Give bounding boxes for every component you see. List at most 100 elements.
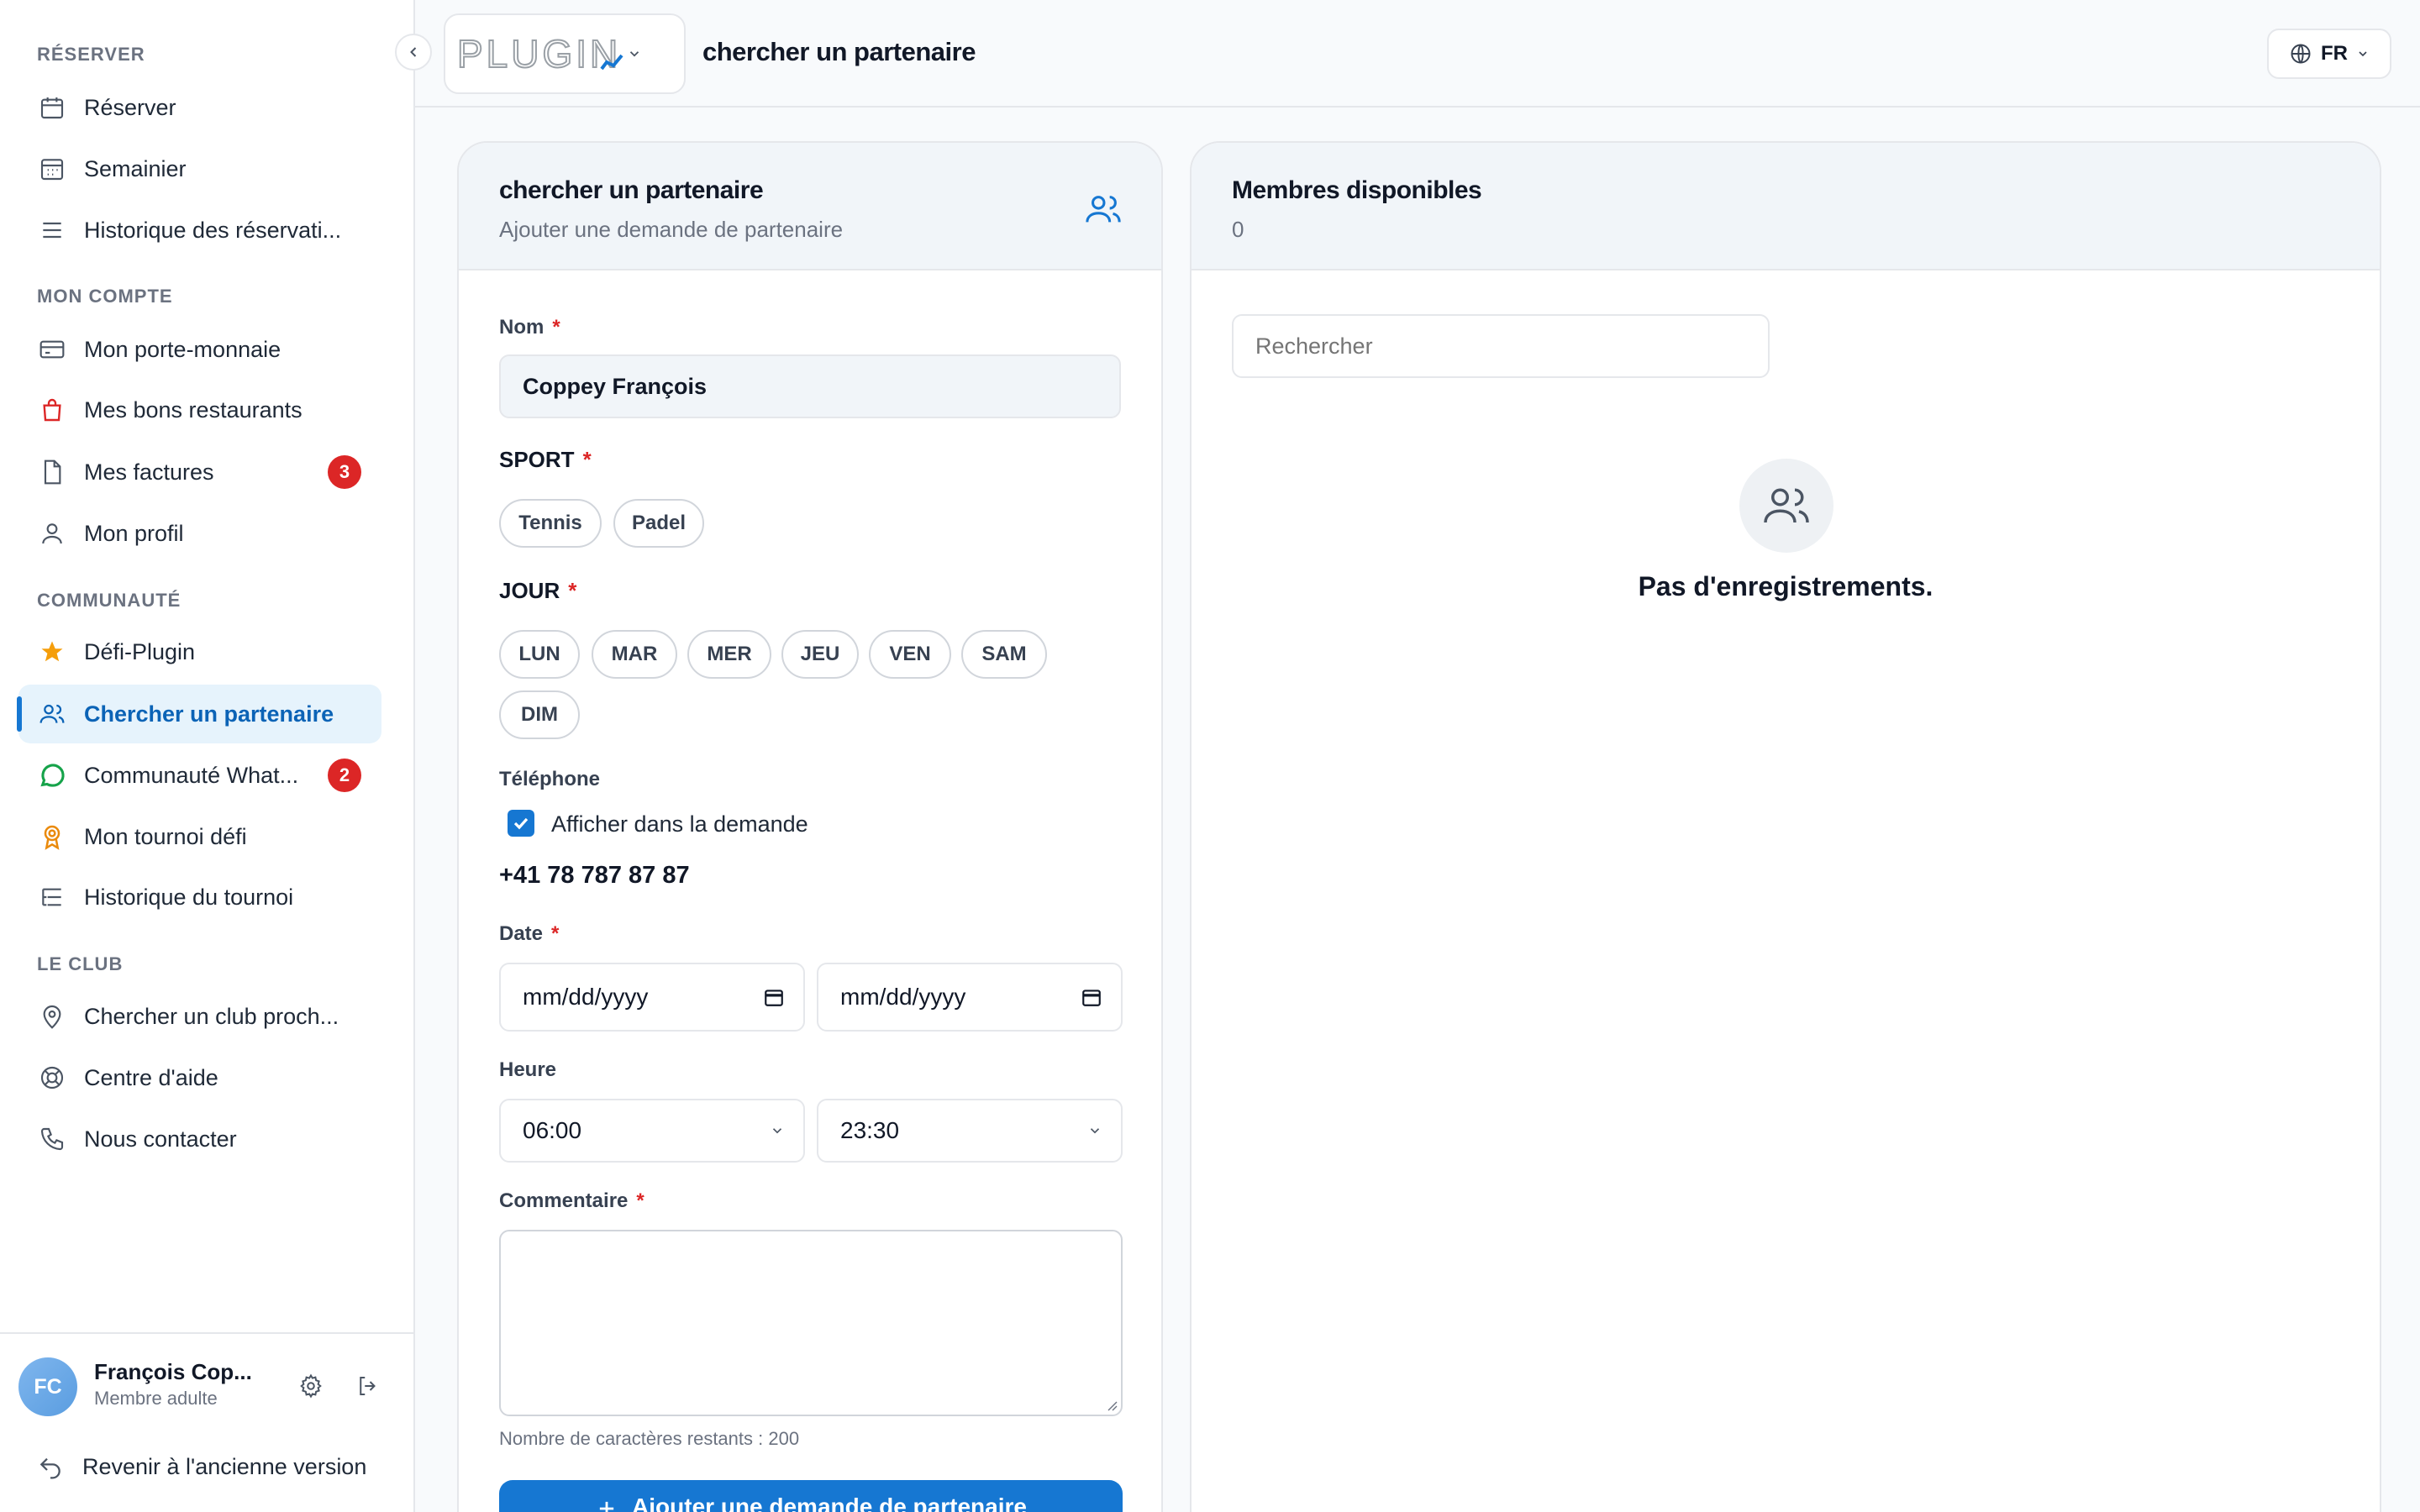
add-request-button[interactable]: Ajouter une demande de partenaire xyxy=(499,1480,1123,1512)
sidebar-item-chercher-partenaire[interactable]: Chercher un partenaire xyxy=(17,685,381,743)
date-from-input[interactable]: mm/dd/yyyy xyxy=(499,963,805,1032)
menu-lines-icon xyxy=(37,215,67,245)
name-field[interactable]: Coppey François xyxy=(499,354,1121,418)
day-chip-mer[interactable]: MER xyxy=(687,630,771,679)
phone-number: +41 78 787 87 87 xyxy=(499,862,690,889)
chevron-left-icon xyxy=(410,47,417,57)
avatar[interactable]: FC xyxy=(18,1357,77,1416)
sport-chip-padel[interactable]: Padel xyxy=(613,499,704,548)
whatsapp-icon xyxy=(37,760,67,790)
section-title-le-club: LE CLUB xyxy=(37,953,124,974)
sidebar-item-chercher-club[interactable]: Chercher un club proch... xyxy=(18,987,381,1046)
credit-card-icon xyxy=(37,334,67,365)
section-title-reserver: RÉSERVER xyxy=(37,44,145,65)
date-from-value: mm/dd/yyyy xyxy=(523,984,649,1010)
sidebar-item-label: Mes factures xyxy=(84,459,214,485)
sidebar-item-historique-tournoi[interactable]: Historique du tournoi xyxy=(18,868,381,927)
globe-icon xyxy=(2291,44,2311,64)
sidebar-footer: FC François Cop... Membre adulte Revenir… xyxy=(0,1332,413,1512)
day-chip-lun[interactable]: LUN xyxy=(499,630,580,679)
sidebar-item-label: Historique du tournoi xyxy=(84,884,294,910)
resize-handle-icon[interactable] xyxy=(1106,1399,1118,1411)
sidebar-item-label: Chercher un club proch... xyxy=(84,1003,339,1029)
card-title: chercher un partenaire xyxy=(499,176,764,204)
time-from-select[interactable]: 06:00 xyxy=(499,1099,805,1163)
phone-label: Téléphone xyxy=(499,768,601,790)
user-role: Membre adulte xyxy=(94,1388,218,1409)
members-count: 0 xyxy=(1232,217,1244,242)
collapse-sidebar-button[interactable] xyxy=(395,34,432,71)
chevron-down-icon xyxy=(772,1128,782,1134)
gear-icon[interactable] xyxy=(296,1371,326,1401)
users-icon xyxy=(1764,488,1809,523)
card-subtitle: Ajouter une demande de partenaire xyxy=(499,217,844,242)
sidebar-item-communaute-whatsapp[interactable]: Communauté What... 2 xyxy=(18,746,381,805)
sport-chip-tennis[interactable]: Tennis xyxy=(499,499,602,548)
sidebar-item-label: Mon profil xyxy=(84,520,184,546)
empty-state-text: Pas d'enregistrements. xyxy=(1638,571,1933,601)
sidebar-item-label: Chercher un partenaire xyxy=(84,701,334,727)
star-icon xyxy=(37,637,67,667)
partner-request-card: chercher un partenaire Ajouter une deman… xyxy=(457,141,1163,1512)
logout-icon[interactable] xyxy=(353,1371,383,1401)
day-chip-mar[interactable]: MAR xyxy=(592,630,677,679)
empty-state-icon-wrap xyxy=(1739,459,1833,553)
sidebar-item-factures[interactable]: Mes factures 3 xyxy=(18,443,381,501)
phone-icon xyxy=(37,1124,67,1154)
sidebar-item-label: Semainier xyxy=(84,155,187,181)
map-pin-icon xyxy=(37,1001,67,1032)
sidebar-item-label: Mes bons restaurants xyxy=(84,396,302,423)
calendar-icon xyxy=(1082,990,1101,1006)
sidebar-item-nous-contacter[interactable]: Nous contacter xyxy=(18,1110,381,1168)
date-to-input[interactable]: mm/dd/yyyy xyxy=(817,963,1123,1032)
sidebar: RÉSERVER Réserver Semainier Historique d… xyxy=(0,0,415,1512)
sidebar-item-centre-aide[interactable]: Centre d'aide xyxy=(18,1048,381,1107)
day-chip-jeu[interactable]: JEU xyxy=(781,630,859,679)
sidebar-item-label: Centre d'aide xyxy=(84,1064,218,1090)
sidebar-item-historique[interactable]: Historique des réservati... xyxy=(18,201,381,260)
sidebar-item-label: Réserver xyxy=(84,94,176,120)
sidebar-item-label: Mon porte-monnaie xyxy=(84,336,281,362)
chevron-down-icon xyxy=(2359,51,2367,57)
comment-textarea[interactable] xyxy=(499,1230,1123,1416)
sidebar-item-tournoi-defi[interactable]: Mon tournoi défi xyxy=(18,807,381,866)
sidebar-item-semainier[interactable]: Semainier xyxy=(18,139,381,198)
card-title: Membres disponibles xyxy=(1232,176,1482,204)
plus-icon xyxy=(599,1501,614,1512)
sidebar-item-reserver[interactable]: Réserver xyxy=(18,78,381,137)
user-name: François Cop... xyxy=(94,1359,252,1384)
card-header: Membres disponibles 0 xyxy=(1192,143,2380,270)
page-title: chercher un partenaire xyxy=(702,37,976,66)
search-input[interactable] xyxy=(1232,314,1770,378)
old-version-label: Revenir à l'ancienne version xyxy=(82,1453,367,1479)
day-chip-ven[interactable]: VEN xyxy=(869,630,951,679)
time-to-select[interactable]: 23:30 xyxy=(817,1099,1123,1163)
sidebar-item-label: Communauté What... xyxy=(84,762,299,788)
day-label: JOUR * xyxy=(499,578,577,603)
club-switcher[interactable]: PLUGIN xyxy=(444,13,686,94)
time-from-value: 06:00 xyxy=(523,1117,582,1143)
invoice-count-badge: 3 xyxy=(328,455,361,489)
sidebar-item-profil[interactable]: Mon profil xyxy=(18,504,381,563)
time-to-value: 23:30 xyxy=(840,1117,900,1143)
language-selector[interactable]: FR xyxy=(2267,29,2391,79)
shopping-bag-icon xyxy=(37,395,67,425)
sidebar-item-label: Nous contacter xyxy=(84,1126,237,1152)
check-icon xyxy=(513,817,529,830)
sidebar-item-porte-monnaie[interactable]: Mon porte-monnaie xyxy=(18,320,381,379)
old-version-link[interactable]: Revenir à l'ancienne version xyxy=(37,1453,366,1480)
day-chip-dim[interactable]: DIM xyxy=(499,690,580,739)
undo-arrow-icon xyxy=(37,1453,64,1480)
time-label: Heure xyxy=(499,1058,557,1081)
calendar-icon xyxy=(37,92,67,123)
show-phone-label: Afficher dans la demande xyxy=(551,811,808,837)
list-tree-icon xyxy=(37,882,67,912)
sidebar-item-bons-restaurants[interactable]: Mes bons restaurants xyxy=(18,381,381,439)
sidebar-item-defi-plugin[interactable]: Défi-Plugin xyxy=(18,622,381,681)
whatsapp-count-badge: 2 xyxy=(328,759,361,792)
chevron-down-icon xyxy=(629,51,639,57)
day-chip-sam[interactable]: SAM xyxy=(961,630,1047,679)
name-label: Nom * xyxy=(499,316,560,339)
show-phone-checkbox[interactable] xyxy=(508,810,534,837)
sidebar-item-label: Mon tournoi défi xyxy=(84,823,247,849)
